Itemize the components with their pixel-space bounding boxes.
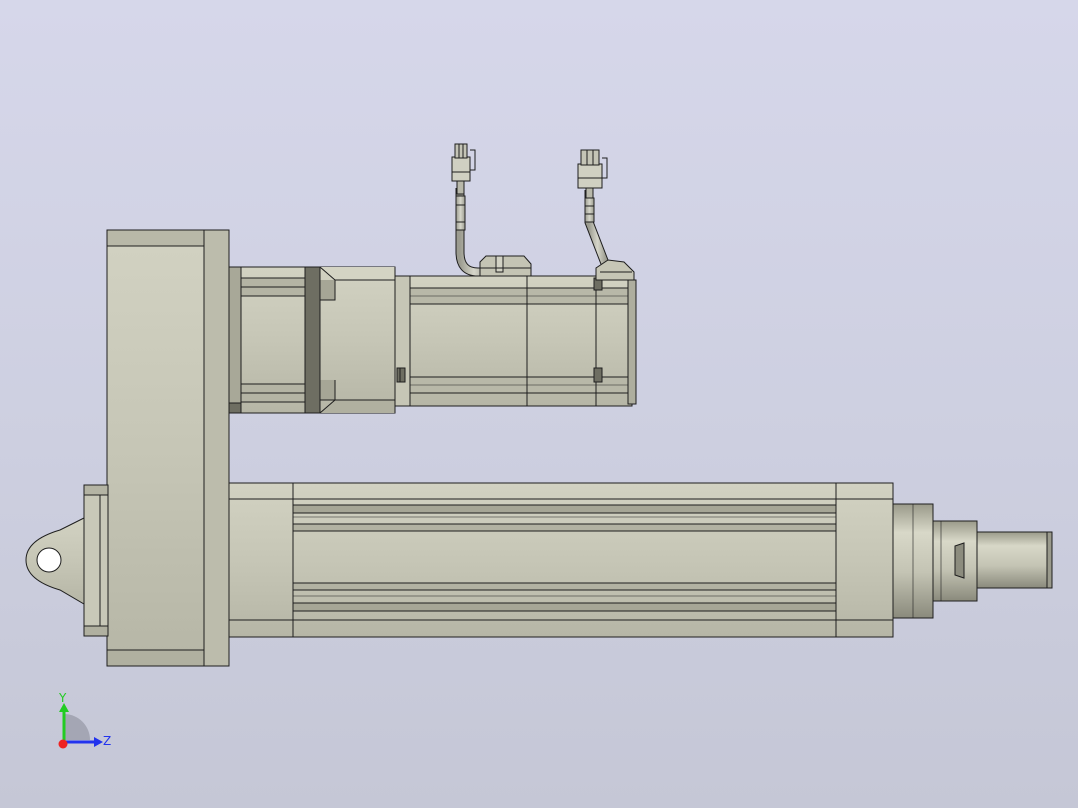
- rod-nut[interactable]: [932, 520, 978, 602]
- triad-plane-icon: [64, 714, 90, 740]
- z-axis-label: Z: [103, 734, 111, 748]
- encoder-cover[interactable]: [479, 255, 532, 277]
- x-axis-dot-icon: [58, 739, 68, 749]
- reducer-housing[interactable]: [304, 266, 396, 414]
- model-canvas[interactable]: Y Z: [0, 0, 1078, 808]
- rear-clevis[interactable]: [25, 484, 109, 637]
- rod-bushing[interactable]: [892, 503, 934, 619]
- piston-rod[interactable]: [976, 531, 1053, 589]
- front-end-cap[interactable]: [835, 482, 894, 638]
- axis-triad: Y Z: [58, 691, 111, 749]
- power-connector-icon[interactable]: [577, 149, 608, 189]
- z-arrowhead-icon: [94, 737, 103, 747]
- motor-power-cable[interactable]: [584, 185, 611, 268]
- encoder-connector-icon[interactable]: [451, 143, 476, 182]
- motor-coupling[interactable]: [228, 266, 306, 414]
- actuator-tube[interactable]: [228, 482, 837, 638]
- actuator-model[interactable]: [25, 143, 1053, 667]
- motor-flange[interactable]: [394, 275, 411, 407]
- cad-viewport[interactable]: Y Z: [0, 0, 1078, 808]
- belt-housing[interactable]: [106, 229, 230, 667]
- servo-motor-body[interactable]: [409, 275, 633, 407]
- y-axis-label: Y: [58, 691, 67, 705]
